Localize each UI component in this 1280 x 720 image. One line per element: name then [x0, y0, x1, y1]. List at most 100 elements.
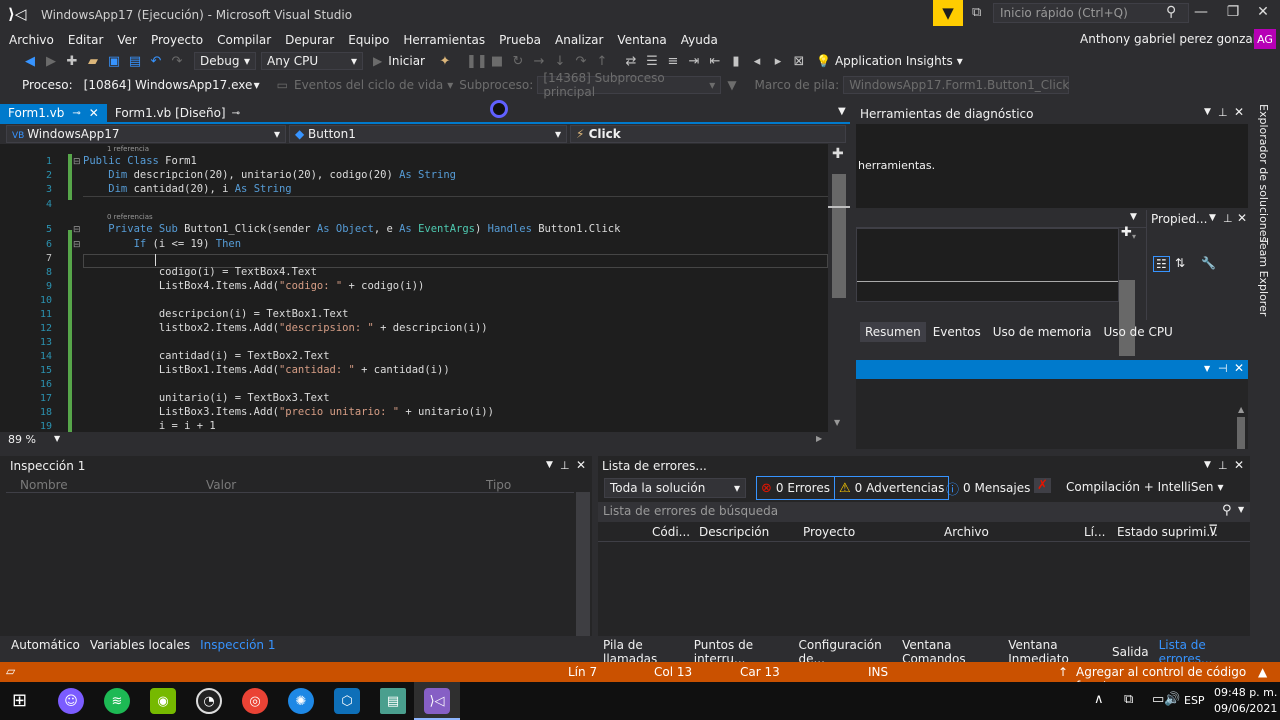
tab-inspeccion-1[interactable]: Inspección 1	[195, 638, 280, 652]
add-icon[interactable]: ✚	[1121, 225, 1132, 240]
scope-select[interactable]: Toda la solución ▾	[604, 478, 746, 498]
pin-icon[interactable]: ⊸	[72, 108, 80, 119]
pin-icon[interactable]: ⊥	[1218, 106, 1228, 119]
codelens-references[interactable]: 1 referencia	[107, 145, 149, 153]
lifecycle-events[interactable]: Eventos del ciclo de vida	[294, 78, 443, 92]
team-explorer-tab[interactable]: Team Explorer	[1257, 238, 1270, 316]
split-icon[interactable]: ✚	[832, 146, 844, 162]
scrollbar-thumb[interactable]	[1237, 417, 1245, 449]
close-icon[interactable]: ✕	[1234, 458, 1244, 472]
chrome-icon[interactable]: ◎	[242, 688, 268, 714]
tab-uso-de-memoria[interactable]: Uso de memoria	[988, 322, 1097, 342]
tab-form1-designer[interactable]: Form1.vb [Diseño] ⊸	[107, 104, 248, 122]
auto-hide-icon[interactable]: ⊣	[1218, 362, 1228, 375]
arrow-up-icon[interactable]: ↑	[1058, 665, 1068, 679]
column-valor[interactable]: Valor	[206, 478, 236, 492]
tab-resumen[interactable]: Resumen	[860, 322, 926, 342]
visual-studio-installer-icon[interactable]: ⬡	[334, 688, 360, 714]
chevron-down-icon[interactable]: ▾	[447, 78, 453, 92]
categorized-icon[interactable]: ☷	[1153, 256, 1170, 272]
chevron-down-icon[interactable]: ▼	[838, 106, 846, 117]
clear-bookmarks-icon[interactable]: ⊠	[789, 54, 809, 69]
menu-herramientas[interactable]: Herramientas	[396, 31, 492, 49]
application-insights-button[interactable]: 💡 Application Insights ▾	[816, 54, 963, 68]
chevron-down-icon[interactable]: ▼	[1204, 460, 1211, 470]
code-editor[interactable]: ⊟ ⊟ ⊟ 1 2 3 4 5 6 7 8 9 10 11 12 13 14 1…	[0, 144, 828, 432]
messages-filter-button[interactable]: ⓘ 0 Mensajes	[942, 476, 1034, 500]
feedback-icon[interactable]: ⧉	[972, 5, 981, 20]
step-over-icon[interactable]: ↷	[571, 54, 591, 69]
show-next-icon[interactable]: →	[529, 54, 549, 69]
user-name[interactable]: Anthony gabriel perez gonzalez	[1080, 32, 1270, 46]
column-descripcion[interactable]: Descripción	[699, 525, 769, 539]
tab-variables-locales[interactable]: Variables locales	[85, 638, 195, 652]
open-folder-icon[interactable]: ▰	[83, 54, 103, 69]
start-button[interactable]: ▶ Iniciar	[368, 52, 430, 70]
hex-icon[interactable]: ⇄	[621, 54, 641, 69]
visual-studio-taskbar-button[interactable]: ⟩◁	[414, 682, 460, 720]
column-estado-suprimido[interactable]: Estado suprimi...	[1117, 525, 1218, 539]
avatar[interactable]: AG	[1254, 29, 1276, 49]
column-archivo[interactable]: Archivo	[944, 525, 989, 539]
pin-icon[interactable]: ⊥	[1223, 212, 1233, 225]
maximize-button[interactable]: ❐	[1218, 4, 1248, 20]
status-window-icon[interactable]: ▱	[6, 664, 15, 678]
close-icon[interactable]: ✕	[1237, 211, 1247, 225]
thread-select[interactable]: [14368] Subproceso principal ▾	[537, 71, 722, 99]
bookmark-icon[interactable]: ▮	[726, 54, 746, 69]
error-search-input[interactable]: Lista de errores de búsqueda ⚲ ▼	[598, 502, 1250, 522]
obs-icon[interactable]: ◔	[196, 688, 222, 714]
menu-ver[interactable]: Ver	[110, 31, 144, 49]
close-button[interactable]: ✕	[1248, 4, 1278, 20]
stack-frame-select[interactable]: WindowsApp17.Form1.Button1_Click	[843, 76, 1069, 94]
pause-icon[interactable]: ❚❚	[466, 54, 488, 69]
menu-ayuda[interactable]: Ayuda	[674, 31, 725, 49]
clock-date[interactable]: 09/06/2021	[1214, 702, 1277, 715]
scrollbar-thumb[interactable]	[1119, 342, 1135, 356]
tab-form1-vb[interactable]: Form1.vb ⊸ ✕	[0, 104, 107, 122]
errors-filter-button[interactable]: ⊗ 0 Errores	[756, 476, 835, 500]
network-icon[interactable]: ▭	[1152, 692, 1164, 707]
column-tipo[interactable]: Tipo	[486, 478, 511, 492]
configuration-select[interactable]: Debug ▾	[194, 52, 256, 70]
outdent-icon[interactable]: ⇤	[705, 54, 725, 69]
chevron-down-icon[interactable]: ▼	[1204, 107, 1211, 117]
tray-device-icon[interactable]: ⧉	[1124, 692, 1133, 707]
menu-proyecto[interactable]: Proyecto	[144, 31, 210, 49]
indent-icon[interactable]: ⇥	[684, 54, 704, 69]
process-select[interactable]: [10864] WindowsApp17.exe ▾	[78, 76, 265, 94]
clock-time[interactable]: 09:48 p. m.	[1214, 686, 1277, 699]
redo-icon[interactable]: ↷	[167, 54, 187, 69]
build-source-select[interactable]: Compilación + IntelliSen ▾	[1066, 480, 1223, 494]
menu-prueba[interactable]: Prueba	[492, 31, 548, 49]
tab-salida[interactable]: Salida	[1107, 645, 1154, 659]
lifecycle-icon[interactable]: ▭	[277, 78, 288, 92]
scrollbar-thumb[interactable]	[832, 174, 846, 298]
align-icon[interactable]: ≡	[663, 54, 683, 69]
search-icon[interactable]: ⚲	[1166, 4, 1176, 20]
menu-compilar[interactable]: Compilar	[210, 31, 278, 49]
windows-start-icon[interactable]: ⊞	[12, 690, 27, 711]
menu-equipo[interactable]: Equipo	[341, 31, 396, 49]
zoom-level[interactable]: 89 %	[8, 433, 36, 446]
member-combo[interactable]: ⚡ Click	[570, 125, 846, 143]
collapse-icon[interactable]: ⊟	[73, 157, 81, 167]
menu-depurar[interactable]: Depurar	[278, 31, 341, 49]
new-project-icon[interactable]: ✚	[62, 54, 82, 69]
editor-vertical-scrollbar[interactable]: ✚ ▼	[828, 144, 850, 432]
clear-filter-icon[interactable]: ✗	[1034, 478, 1051, 493]
stop-icon[interactable]: ■	[487, 54, 507, 69]
scroll-right-icon[interactable]: ▶	[816, 434, 822, 443]
volume-icon[interactable]: 🔊	[1164, 692, 1180, 707]
close-icon[interactable]: ✕	[576, 458, 586, 472]
nvidia-icon[interactable]: ◉	[150, 688, 176, 714]
pin-icon[interactable]: ⊥	[560, 459, 570, 472]
fire-icon[interactable]: ✦	[435, 54, 455, 69]
step-out-icon[interactable]: ↑	[592, 54, 612, 69]
app-icon[interactable]: ✺	[288, 688, 314, 714]
filter-icon[interactable]: ▼	[727, 78, 736, 92]
menu-editar[interactable]: Editar	[61, 31, 111, 49]
step-into-icon[interactable]: ↓	[550, 54, 570, 69]
scroll-up-icon[interactable]: ▲	[1238, 405, 1244, 414]
discord-icon[interactable]: ☺	[58, 688, 84, 714]
